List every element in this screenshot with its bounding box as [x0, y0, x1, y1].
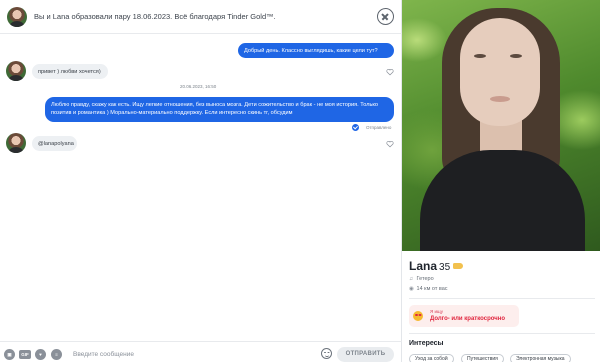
seeking-value: Долго- или краткосрочно	[430, 316, 506, 322]
heart-icon[interactable]	[386, 140, 394, 148]
message-incoming: @lanapolyana	[32, 136, 77, 151]
orientation-row: ♫ Гетеро	[409, 276, 434, 282]
profile-photo[interactable]	[402, 0, 600, 251]
message-outgoing: Люблю правду, скажу как есть. Ищу легкие…	[45, 97, 394, 122]
seeking-card: Я ищу Долго- или краткосрочно	[409, 305, 519, 327]
chat-panel: Вы и Lana образовали пару 18.06.2023. Вс…	[0, 0, 402, 362]
seeking-label: Я ищу	[430, 309, 444, 314]
app-root: Вы и Lana образовали пару 18.06.2023. Вс…	[0, 0, 600, 362]
send-button[interactable]: ОТПРАВИТЬ	[337, 347, 394, 362]
orientation-text: Гетеро	[416, 276, 434, 282]
close-icon[interactable]	[377, 8, 394, 25]
location-icon: ◉	[409, 286, 414, 292]
emoji-icon[interactable]	[321, 348, 332, 359]
chat-header: Вы и Lana образовали пару 18.06.2023. Вс…	[0, 0, 402, 34]
divider	[409, 333, 595, 334]
sender-avatar[interactable]	[6, 133, 26, 153]
heart-icon[interactable]	[386, 68, 394, 76]
heart-eyes-icon	[413, 311, 423, 321]
music-icon[interactable]: ≡	[51, 349, 62, 360]
divider	[409, 298, 595, 299]
interest-chip: Уход за собой	[409, 354, 454, 362]
interests-title: Интересы	[409, 340, 444, 347]
message-timestamp: 20.06.2023, 16:50	[180, 84, 217, 89]
message-composer: ▣ GIF ♥ ≡ ОТПРАВИТЬ	[0, 341, 402, 362]
profile-name-row: Lana 35	[409, 259, 464, 273]
sent-check-icon	[352, 124, 359, 131]
match-avatar[interactable]	[7, 7, 27, 27]
sticker-icon[interactable]: ♥	[35, 349, 46, 360]
sender-avatar[interactable]	[6, 61, 26, 81]
message-input[interactable]	[73, 348, 313, 361]
profile-name: Lana	[409, 259, 438, 273]
message-outgoing: Добрый день. Классно выглядишь, какие це…	[238, 43, 394, 58]
verified-icon	[453, 263, 464, 269]
interest-chip: Электронная музыка	[510, 354, 571, 362]
orientation-icon: ♫	[409, 276, 414, 282]
sent-status-label: Отправлено	[366, 125, 392, 130]
profile-panel: Lana 35 ♫ Гетеро ◉ 14 км от вас Я ищу Дол…	[402, 0, 600, 362]
interest-chip: Путешествия	[461, 354, 504, 362]
profile-age: 35	[439, 262, 451, 273]
image-icon[interactable]: ▣	[4, 349, 15, 360]
message-incoming: привет ) любви хочется)	[32, 64, 108, 79]
distance-text: 14 км от вас	[416, 286, 448, 292]
distance-row: ◉ 14 км от вас	[409, 286, 448, 292]
match-info-text: Вы и Lana образовали пару 18.06.2023. Вс…	[34, 12, 276, 21]
gif-icon[interactable]: GIF	[19, 350, 31, 359]
